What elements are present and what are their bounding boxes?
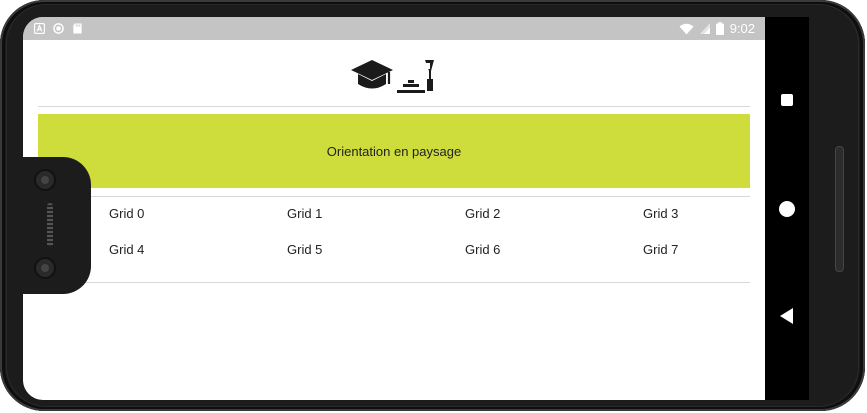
status-time: 9:02 bbox=[729, 21, 755, 36]
front-sensor bbox=[34, 257, 56, 279]
battery-icon bbox=[715, 22, 724, 35]
front-camera bbox=[34, 169, 56, 191]
android-notification-icon bbox=[34, 23, 45, 34]
grid-container: Grid 0 Grid 1 Grid 2 Grid 3 Grid 4 Grid … bbox=[38, 203, 750, 275]
camera-notch bbox=[23, 157, 91, 294]
bench-tool-icon bbox=[397, 60, 434, 93]
device-side-button bbox=[835, 146, 844, 272]
grid-item[interactable]: Grid 4 bbox=[109, 242, 144, 257]
grid-top-divider bbox=[38, 196, 750, 197]
device-screen: 9:02 Orientation en paysage Grid 0 Grid … bbox=[23, 17, 765, 400]
grid-item[interactable]: Grid 1 bbox=[287, 206, 322, 221]
header-divider bbox=[38, 106, 750, 107]
grid-item[interactable]: Grid 0 bbox=[109, 206, 144, 221]
app-logo bbox=[351, 60, 434, 93]
graduation-cap-icon bbox=[351, 60, 393, 89]
grid-item[interactable]: Grid 2 bbox=[465, 206, 500, 221]
orientation-banner: Orientation en paysage bbox=[38, 114, 750, 188]
circle-notification-icon bbox=[53, 23, 64, 34]
orientation-banner-text: Orientation en paysage bbox=[326, 143, 462, 159]
status-bar: 9:02 bbox=[23, 17, 765, 40]
wifi-icon bbox=[679, 23, 694, 34]
earpiece-speaker bbox=[47, 203, 53, 247]
recents-button[interactable] bbox=[781, 94, 793, 106]
home-button[interactable] bbox=[779, 201, 795, 217]
grid-item[interactable]: Grid 3 bbox=[643, 206, 678, 221]
signal-icon bbox=[699, 23, 710, 34]
sd-card-icon bbox=[73, 23, 82, 34]
back-button[interactable] bbox=[780, 308, 793, 324]
navigation-bar bbox=[765, 17, 809, 400]
grid-item[interactable]: Grid 7 bbox=[643, 242, 678, 257]
grid-item[interactable]: Grid 6 bbox=[465, 242, 500, 257]
grid-item[interactable]: Grid 5 bbox=[287, 242, 322, 257]
grid-bottom-divider bbox=[38, 282, 750, 283]
